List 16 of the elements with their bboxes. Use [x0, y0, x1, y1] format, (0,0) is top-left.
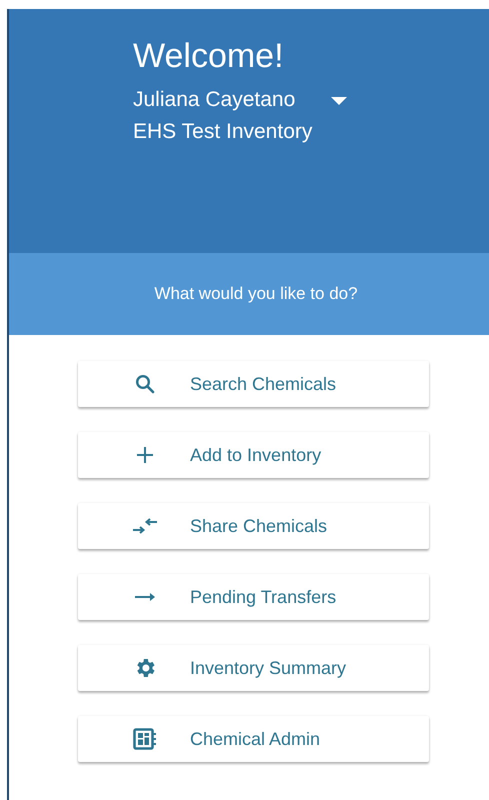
action-button[interactable]: Search Chemicals	[78, 361, 429, 407]
search-icon	[135, 374, 155, 394]
action-button[interactable]: Add to Inventory	[78, 432, 429, 478]
user-name: Juliana Cayetano	[133, 87, 296, 113]
swap-arrows-icon	[132, 518, 158, 534]
right-arrow-icon	[134, 592, 156, 602]
dropdown-caret-icon[interactable]	[331, 96, 348, 106]
action-button[interactable]: Inventory Summary	[78, 645, 429, 691]
action-button[interactable]: Chemical Admin	[78, 716, 429, 762]
grid-panel-icon	[133, 728, 157, 750]
action-button[interactable]: Share Chemicals	[78, 503, 429, 549]
action-button[interactable]: Pending Transfers	[78, 574, 429, 620]
welcome-heading: Welcome!	[133, 36, 285, 77]
plus-icon	[136, 446, 154, 464]
inventory-name: EHS Test Inventory	[133, 119, 314, 145]
prompt-text: What would you like to do?	[154, 284, 358, 304]
